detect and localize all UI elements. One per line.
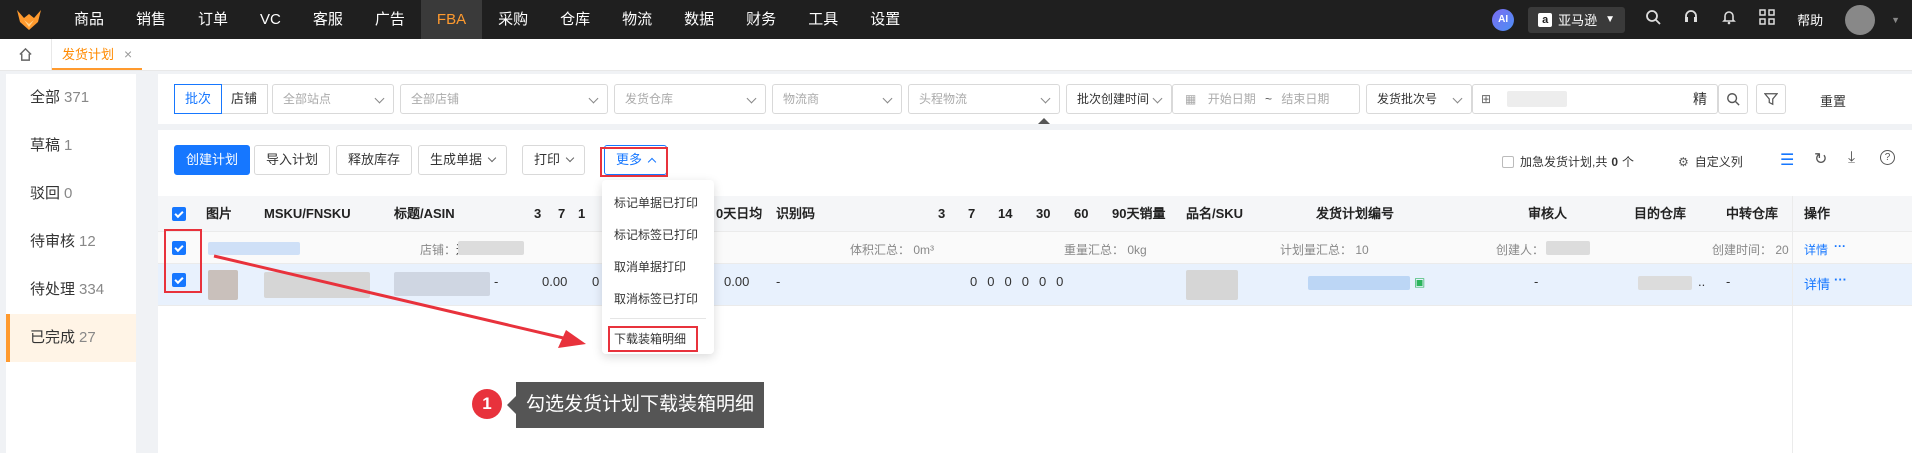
step-tip: 勾选发货计划下载装箱明细 bbox=[506, 382, 765, 428]
step-number-badge: 1 bbox=[472, 389, 502, 419]
annotation-arrow bbox=[213, 254, 586, 348]
